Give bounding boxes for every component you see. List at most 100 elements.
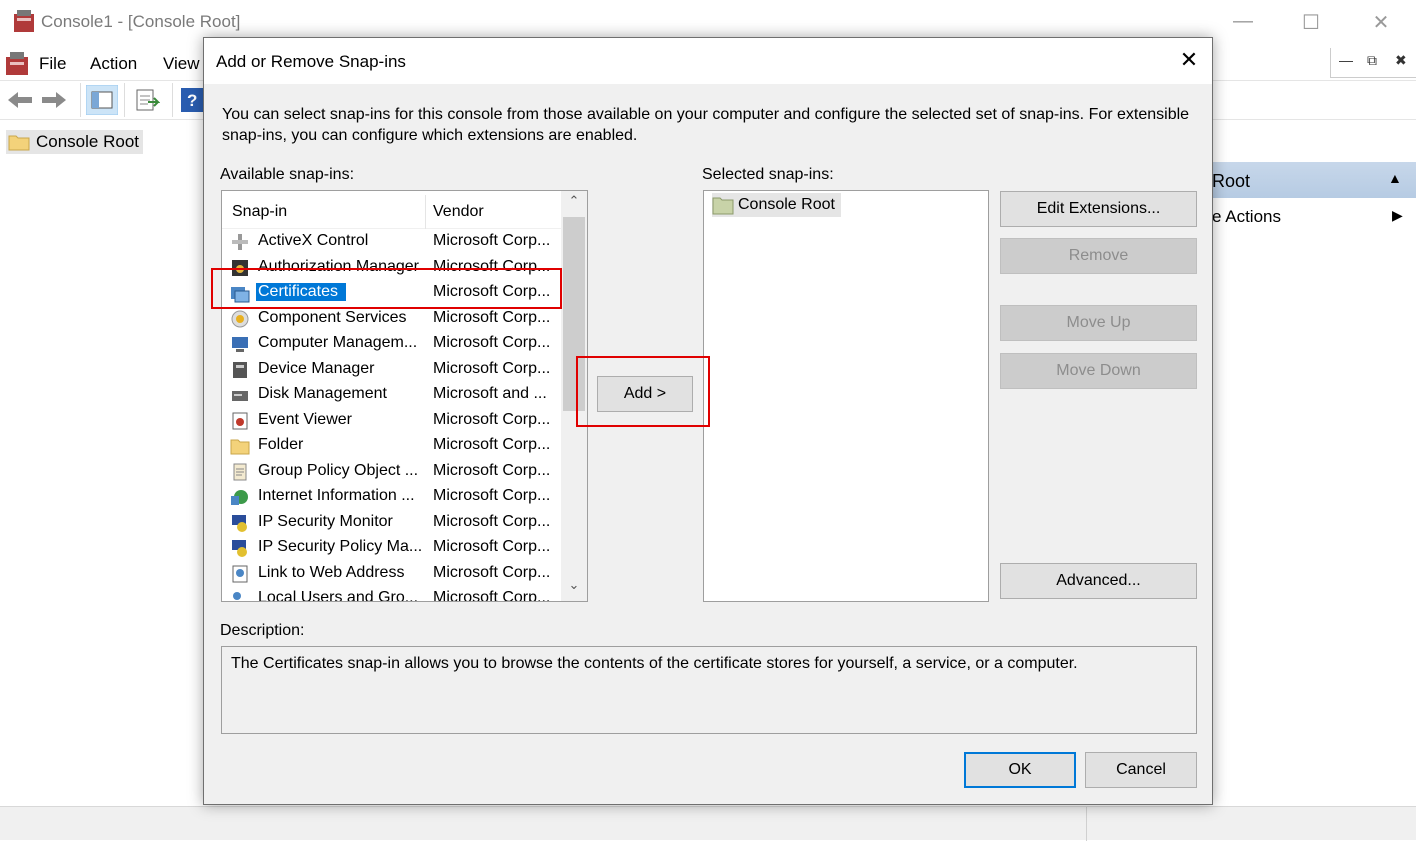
snapin-name: Group Policy Object ... <box>258 461 419 479</box>
column-header-snapin[interactable]: Snap-in <box>232 203 287 221</box>
collapse-up-icon[interactable]: ▲ <box>1388 170 1402 186</box>
activex-icon <box>232 234 248 250</box>
mdi-minimize-icon[interactable]: — <box>1339 52 1353 68</box>
show-hide-tree-icon[interactable] <box>86 85 118 115</box>
web-link-icon <box>232 565 248 582</box>
snapin-row[interactable]: Group Policy Object ... Microsoft Corp... <box>222 459 562 485</box>
menu-view[interactable]: View <box>163 54 200 74</box>
forward-icon[interactable] <box>40 89 68 111</box>
tree-node-label: Console Root <box>36 132 140 151</box>
snapin-row[interactable]: IP Security Policy Ma... Microsoft Corp..… <box>222 535 562 561</box>
snapin-row[interactable]: Event Viewer Microsoft Corp... <box>222 408 562 434</box>
snapin-vendor: Microsoft Corp... <box>433 359 551 377</box>
ok-button[interactable]: OK <box>964 752 1076 788</box>
description-label: Description: <box>220 622 305 639</box>
snapin-name: ActiveX Control <box>258 232 369 249</box>
remove-button[interactable]: Remove <box>1000 238 1197 274</box>
disk-management-icon <box>232 391 248 401</box>
dialog-intro-text: You can select snap-ins for this console… <box>222 106 1190 144</box>
close-window-icon[interactable]: ✕ <box>1366 10 1396 35</box>
scroll-down-icon[interactable]: ⌄ <box>561 577 587 599</box>
description-box: The Certificates snap-in allows you to b… <box>221 646 1197 734</box>
computer-management-icon <box>232 337 248 352</box>
snapin-name: IP Security Monitor <box>258 512 393 530</box>
highlight-certificates-row <box>211 268 562 309</box>
available-snapins-label: Available snap-ins: <box>220 166 355 183</box>
component-services-icon <box>231 310 249 327</box>
cancel-button[interactable]: Cancel <box>1085 752 1197 788</box>
snapin-row[interactable]: Disk Management Microsoft and ... <box>222 382 562 408</box>
move-down-button[interactable]: Move Down <box>1000 353 1197 389</box>
mdi-restore-icon[interactable]: ⧉ <box>1367 52 1377 69</box>
mdi-close-icon[interactable]: ✖ <box>1395 52 1407 69</box>
actions-item-label: e Actions <box>1212 207 1281 226</box>
selected-item-console-root[interactable]: Console Root <box>712 193 841 217</box>
snapin-vendor: Microsoft Corp... <box>433 461 551 479</box>
snapin-row[interactable]: IP Security Monitor Microsoft Corp... <box>222 510 562 536</box>
snapin-row[interactable]: Folder Microsoft Corp... <box>222 433 562 459</box>
menu-action[interactable]: Action <box>90 54 137 74</box>
snapin-vendor: Microsoft Corp... <box>433 538 551 555</box>
svg-text:?: ? <box>187 91 197 110</box>
device-manager-icon <box>233 361 247 378</box>
minimize-icon[interactable]: — <box>1228 10 1258 33</box>
snapin-vendor: Microsoft Corp... <box>433 308 551 326</box>
snapin-name: Component Services <box>258 308 407 326</box>
mmc-app-icon <box>14 10 34 32</box>
description-text: The Certificates snap-in allows you to b… <box>231 655 1078 672</box>
available-snapins-list[interactable]: Snap-in Vendor ActiveX Control Microsoft … <box>221 190 588 602</box>
highlight-add-button <box>576 356 710 427</box>
snapin-vendor: Microsoft Corp... <box>433 589 551 602</box>
mdi-window-controls: — ⧉ ✖ <box>1330 48 1416 78</box>
export-list-icon[interactable] <box>134 88 160 114</box>
snapin-vendor: Microsoft and ... <box>433 385 547 402</box>
actions-section-header[interactable]: Root ▲ <box>1212 162 1416 198</box>
actions-header-label: Root <box>1212 171 1251 191</box>
snapin-name: Folder <box>258 436 304 453</box>
local-users-icon <box>233 592 241 600</box>
snapin-row[interactable]: Link to Web Address Microsoft Corp... <box>222 561 562 587</box>
snapin-name: Event Viewer <box>258 410 352 428</box>
snapin-row[interactable]: ActiveX Control Microsoft Corp... <box>222 229 562 255</box>
scroll-up-icon[interactable]: ⌃ <box>561 193 587 215</box>
column-divider[interactable] <box>425 195 426 229</box>
move-up-button[interactable]: Move Up <box>1000 305 1197 341</box>
snapin-name: Disk Management <box>258 385 387 402</box>
snapin-row[interactable]: Device Manager Microsoft Corp... <box>222 357 562 383</box>
dialog-title: Add or Remove Snap-ins <box>216 52 406 71</box>
folder-icon <box>8 135 30 151</box>
snapin-name: Computer Managem... <box>258 334 418 351</box>
iis-icon <box>231 490 248 505</box>
actions-more-item[interactable]: e Actions ▶ <box>1212 204 1416 230</box>
snapin-row[interactable]: Local Users and Gro... Microsoft Corp... <box>222 586 562 602</box>
maximize-icon[interactable]: ☐ <box>1296 10 1326 35</box>
snapin-name: Internet Information ... <box>258 487 415 504</box>
status-bar <box>0 806 1416 841</box>
menu-file[interactable]: File <box>39 54 66 74</box>
snapin-vendor: Microsoft Corp... <box>433 436 551 453</box>
folder-icon <box>230 439 250 455</box>
back-icon[interactable] <box>6 89 34 111</box>
help-icon[interactable]: ? <box>180 87 204 113</box>
snapin-row[interactable]: Component Services Microsoft Corp... <box>222 306 562 332</box>
snapin-row[interactable]: Computer Managem... Microsoft Corp... <box>222 331 562 357</box>
dialog-close-icon[interactable]: ✕ <box>1176 48 1202 74</box>
group-policy-icon <box>233 463 247 480</box>
tree-node-console-root[interactable]: Console Root <box>6 130 144 154</box>
selected-snapins-list[interactable]: Console Root <box>703 190 989 602</box>
snapin-vendor: Microsoft Corp... <box>433 563 551 581</box>
advanced-button[interactable]: Advanced... <box>1000 563 1197 599</box>
edit-extensions-button[interactable]: Edit Extensions... <box>1000 191 1197 227</box>
list-header: Snap-in Vendor <box>222 191 562 229</box>
column-header-vendor[interactable]: Vendor <box>433 203 484 221</box>
console-icon <box>6 52 28 75</box>
selected-item-label: Console Root <box>738 196 835 213</box>
snapin-name: Local Users and Gro... <box>258 589 419 602</box>
mmc-window-title: Console1 - [Console Root] <box>41 12 241 31</box>
snapin-row[interactable]: Internet Information ... Microsoft Corp..… <box>222 484 562 510</box>
snapin-vendor: Microsoft Corp... <box>433 334 551 351</box>
snapin-vendor: Microsoft Corp... <box>433 232 551 249</box>
ip-security-monitor-icon <box>232 514 247 532</box>
snapin-vendor: Microsoft Corp... <box>433 512 551 530</box>
snapin-name: Device Manager <box>258 359 375 377</box>
